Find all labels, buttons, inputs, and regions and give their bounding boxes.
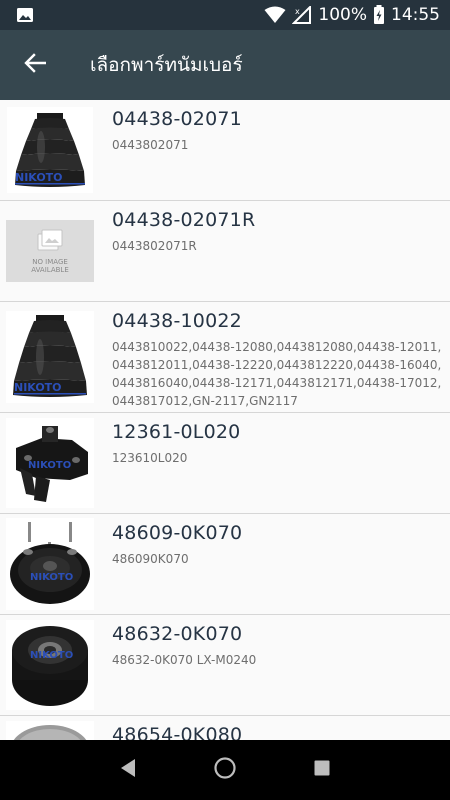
- bushing-image: NIKOTO: [6, 620, 94, 710]
- part-number: 04438-10022: [112, 310, 242, 332]
- cv-boot-image: NIKOTO: [7, 107, 93, 193]
- part-number: 48609-0K070: [112, 522, 243, 544]
- part-list-item[interactable]: 48654-0K080: [0, 716, 450, 740]
- part-number: 48654-0K080: [112, 724, 243, 740]
- part-image: NIKOTO: [0, 100, 100, 200]
- triangle-back-icon: [119, 758, 137, 782]
- status-bar: x 100% 14:55: [0, 0, 450, 30]
- part-number: 04438-02071: [112, 108, 242, 130]
- no-image-placeholder: NO IMAGE AVAILABLE: [6, 220, 94, 282]
- part-alt-numbers: 0443802071R: [112, 239, 197, 253]
- nav-home-button[interactable]: [205, 750, 245, 790]
- clock: 14:55: [391, 5, 440, 25]
- page-title: เลือกพาร์ทนัมเบอร์: [90, 54, 243, 76]
- part-number: 12361-0L020: [112, 421, 241, 443]
- wifi-icon: [264, 6, 286, 24]
- system-nav-bar: [0, 740, 450, 800]
- disc-mount-image: [6, 721, 94, 740]
- part-list-item[interactable]: NIKOTO 48609-0K070 486090K070: [0, 514, 450, 615]
- nav-back-button[interactable]: [108, 750, 148, 790]
- part-image: NIKOTO: [0, 514, 100, 614]
- part-alt-numbers: 0443810022,04438-12080,0443812080,04438-…: [112, 340, 442, 408]
- no-image-text: NO IMAGE: [32, 258, 68, 266]
- brand-watermark: NIKOTO: [30, 650, 73, 661]
- app-bar: เลือกพาร์ทนัมเบอร์: [0, 30, 450, 100]
- battery-percent: 100%: [318, 5, 367, 25]
- arrow-back-icon: [24, 52, 47, 78]
- brand-watermark: NIKOTO: [15, 171, 63, 184]
- part-list-item[interactable]: NIKOTO 12361-0L020 123610L020: [0, 413, 450, 514]
- engine-mount-image: NIKOTO: [6, 418, 94, 508]
- nav-recent-button[interactable]: [302, 750, 342, 790]
- strut-mount-image: NIKOTO: [6, 518, 94, 610]
- no-image-text: AVAILABLE: [31, 266, 69, 274]
- part-number: 48632-0K070: [112, 623, 243, 645]
- part-list-item[interactable]: NO IMAGE AVAILABLE 04438-02071R 04438020…: [0, 201, 450, 302]
- part-alt-numbers: 486090K070: [112, 552, 189, 566]
- brand-watermark: NIKOTO: [28, 460, 71, 471]
- circle-home-icon: [213, 756, 237, 784]
- part-alt-numbers: 123610L020: [112, 451, 188, 465]
- part-list-item[interactable]: NIKOTO 48632-0K070 48632-0K070 LX-M0240: [0, 615, 450, 716]
- image-icon: [16, 6, 34, 24]
- part-number: 04438-02071R: [112, 209, 256, 231]
- brand-watermark: NIKOTO: [30, 572, 73, 583]
- brand-watermark: NIKOTO: [14, 381, 62, 394]
- part-alt-numbers: 48632-0K070 LX-M0240: [112, 653, 257, 667]
- picture-icon: [37, 229, 63, 251]
- battery-charging-icon: [373, 5, 385, 25]
- signal-off-icon: x: [292, 6, 312, 24]
- back-button[interactable]: [0, 30, 70, 100]
- part-alt-numbers: 0443802071: [112, 138, 189, 152]
- part-image: NIKOTO: [0, 413, 100, 513]
- square-recent-icon: [313, 759, 331, 781]
- part-list-item[interactable]: NIKOTO 04438-02071 0443802071: [0, 100, 450, 201]
- part-image: [0, 716, 100, 740]
- cv-boot-image: NIKOTO: [6, 311, 94, 403]
- part-image: NO IMAGE AVAILABLE: [0, 201, 100, 301]
- part-image: NIKOTO: [0, 302, 100, 412]
- part-list: NIKOTO 04438-02071 0443802071 NO IMAGE A…: [0, 100, 450, 740]
- part-image: NIKOTO: [0, 615, 100, 715]
- svg-text:x: x: [295, 7, 300, 16]
- part-list-item[interactable]: NIKOTO 04438-10022 0443810022,04438-1208…: [0, 302, 450, 413]
